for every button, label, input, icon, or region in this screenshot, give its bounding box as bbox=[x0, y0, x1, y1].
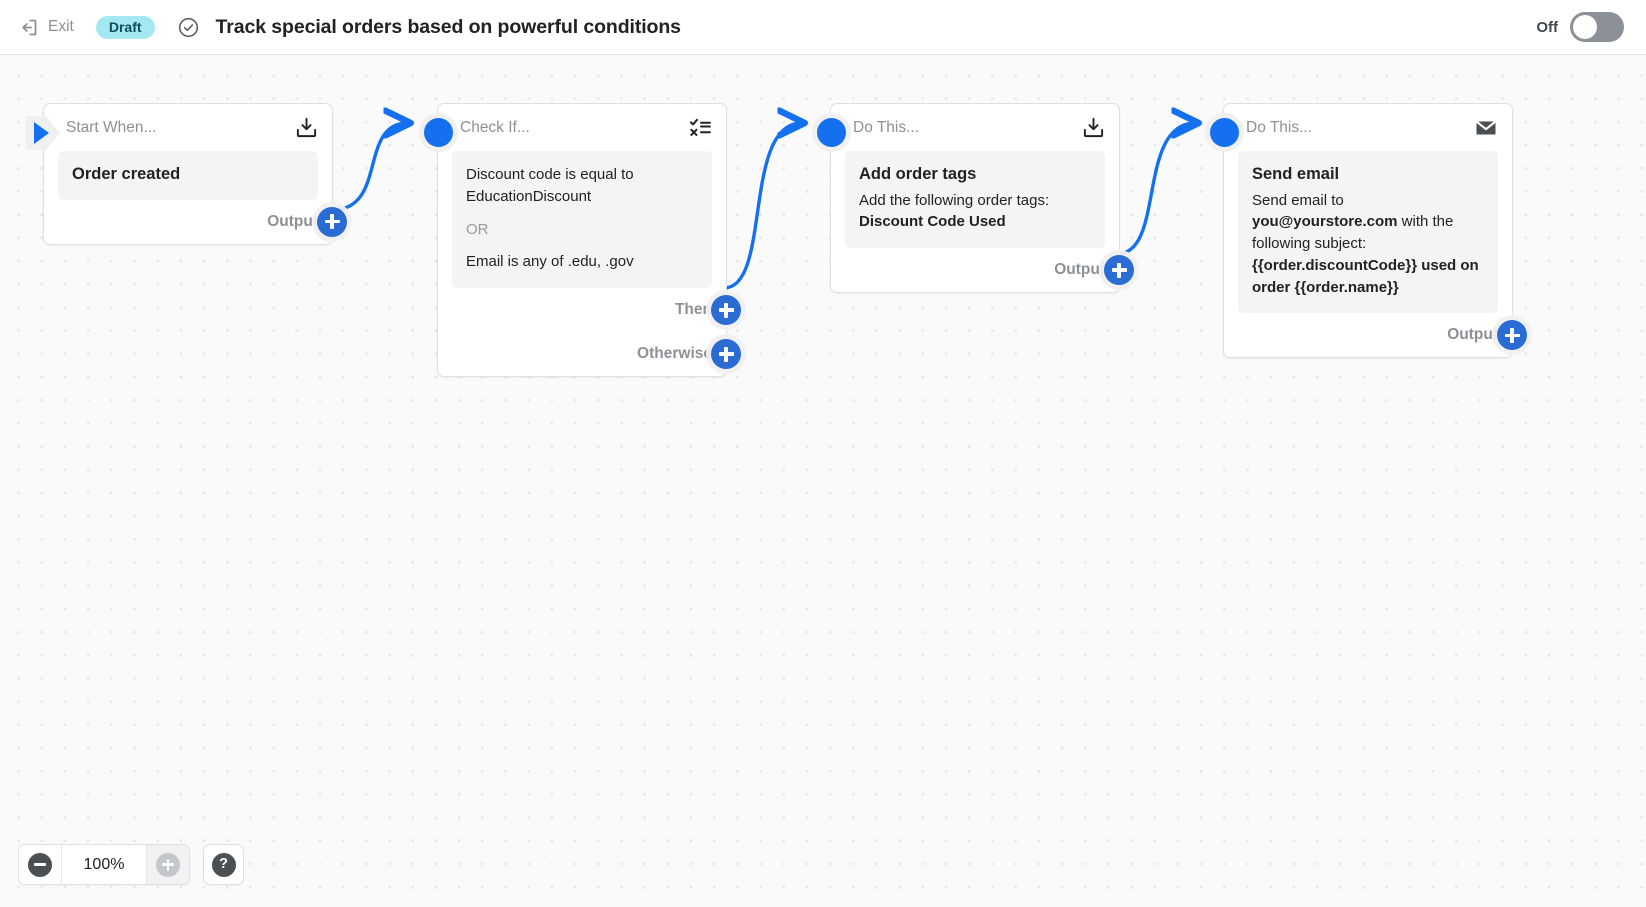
port-label-then: Then bbox=[674, 301, 712, 318]
minus-circle-icon bbox=[28, 852, 52, 877]
action-name: Send email bbox=[1252, 165, 1340, 183]
add-step-button-otherwise[interactable] bbox=[711, 339, 741, 369]
condition-expression-2: Email is any of .edu, .gov bbox=[466, 253, 634, 271]
condition-expression-1: Discount code is equal to EducationDisco… bbox=[466, 166, 634, 205]
add-step-button-output[interactable] bbox=[317, 206, 347, 237]
exit-button[interactable]: Exit bbox=[18, 17, 74, 38]
node-body[interactable]: Discount code is equal to EducationDisco… bbox=[452, 151, 712, 288]
toggle-state-label: Off bbox=[1536, 18, 1558, 36]
exit-arrow-icon bbox=[18, 17, 39, 38]
check-circle-icon bbox=[177, 16, 200, 39]
port-row-output: Output bbox=[44, 200, 347, 244]
checklist-icon[interactable] bbox=[689, 116, 712, 139]
email-description: Send email to you@yourstore.com with the… bbox=[1252, 190, 1484, 299]
help-button[interactable]: ? bbox=[203, 844, 244, 885]
email-prefix: Send email to bbox=[1252, 191, 1344, 209]
envelope-icon[interactable] bbox=[1474, 116, 1498, 140]
port-label-output: Output bbox=[267, 212, 318, 230]
port-label-output: Output bbox=[1447, 326, 1498, 344]
node-header: Do This... bbox=[1224, 104, 1512, 151]
question-mark-icon: ? bbox=[211, 852, 236, 877]
node-header: Start When... bbox=[44, 104, 332, 151]
port-row-output: Output bbox=[831, 248, 1134, 292]
page-title: Track special orders based on powerful c… bbox=[215, 15, 681, 38]
zoom-controls: 100% ? bbox=[18, 844, 244, 885]
trigger-name: Order created bbox=[72, 165, 181, 183]
add-step-button-output[interactable] bbox=[1104, 255, 1134, 286]
add-step-button-then[interactable] bbox=[711, 295, 741, 325]
exit-label: Exit bbox=[48, 18, 74, 35]
top-toolbar: Exit Draft Track special orders based on… bbox=[0, 0, 1646, 55]
zoom-level-value[interactable]: 100% bbox=[61, 845, 147, 884]
toggle-knob bbox=[1573, 15, 1597, 39]
play-triangle-icon bbox=[26, 116, 60, 150]
plus-circle-icon bbox=[156, 852, 180, 877]
action-tag-value: Discount Code Used bbox=[859, 213, 1006, 231]
workflow-canvas[interactable]: Start When... Order created Output Check… bbox=[0, 55, 1646, 907]
node-start-when[interactable]: Start When... Order created Output bbox=[26, 103, 347, 245]
node-body[interactable]: Send email Send email to you@yourstore.c… bbox=[1238, 151, 1498, 314]
connector-then-to-tags bbox=[722, 123, 802, 290]
action-description: Add the following order tags: bbox=[859, 191, 1050, 209]
email-subject: {{order.discountCode}} used on order {{o… bbox=[1252, 256, 1479, 296]
node-do-this-add-order-tags[interactable]: Do This... Add order tags Add the follow… bbox=[817, 103, 1134, 294]
workflow-toggle-group: Off bbox=[1536, 12, 1624, 42]
input-dot-icon bbox=[1210, 118, 1239, 147]
node-body[interactable]: Add order tags Add the following order t… bbox=[845, 151, 1105, 249]
email-recipient: you@yourstore.com bbox=[1252, 213, 1398, 231]
node-do-this-send-email[interactable]: Do This... Send email Send email to you@… bbox=[1210, 103, 1527, 359]
node-header-title: Check If... bbox=[460, 118, 530, 136]
zoom-button-group: 100% bbox=[18, 844, 190, 885]
node-check-if[interactable]: Check If... Discount code is equal to Ed… bbox=[424, 103, 741, 377]
connector-tags-to-email bbox=[1115, 123, 1196, 256]
download-box-icon[interactable] bbox=[1082, 116, 1105, 139]
input-dot-icon bbox=[424, 118, 453, 147]
node-header: Do This... bbox=[831, 104, 1119, 151]
port-label-output: Output bbox=[1054, 261, 1105, 279]
zoom-in-button[interactable] bbox=[147, 845, 189, 884]
node-header: Check If... bbox=[438, 104, 726, 151]
connector-trigger-to-condition bbox=[330, 123, 408, 212]
condition-operator: OR bbox=[466, 220, 489, 238]
zoom-out-button[interactable] bbox=[19, 845, 61, 884]
status-badge: Draft bbox=[95, 15, 155, 39]
port-row-then: Then bbox=[438, 288, 741, 332]
action-name: Add order tags bbox=[859, 165, 977, 183]
port-row-otherwise: Otherwise bbox=[438, 332, 741, 376]
workflow-enable-toggle[interactable] bbox=[1570, 12, 1624, 42]
node-header-title: Start When... bbox=[66, 118, 157, 136]
download-box-icon[interactable] bbox=[295, 116, 318, 139]
add-step-button-output[interactable] bbox=[1497, 320, 1527, 351]
node-header-title: Do This... bbox=[1246, 118, 1313, 136]
node-body[interactable]: Order created bbox=[58, 151, 318, 200]
input-dot-icon bbox=[817, 118, 846, 147]
port-label-otherwise: Otherwise bbox=[637, 345, 712, 362]
port-row-output: Output bbox=[1224, 313, 1527, 357]
node-header-title: Do This... bbox=[853, 118, 920, 136]
